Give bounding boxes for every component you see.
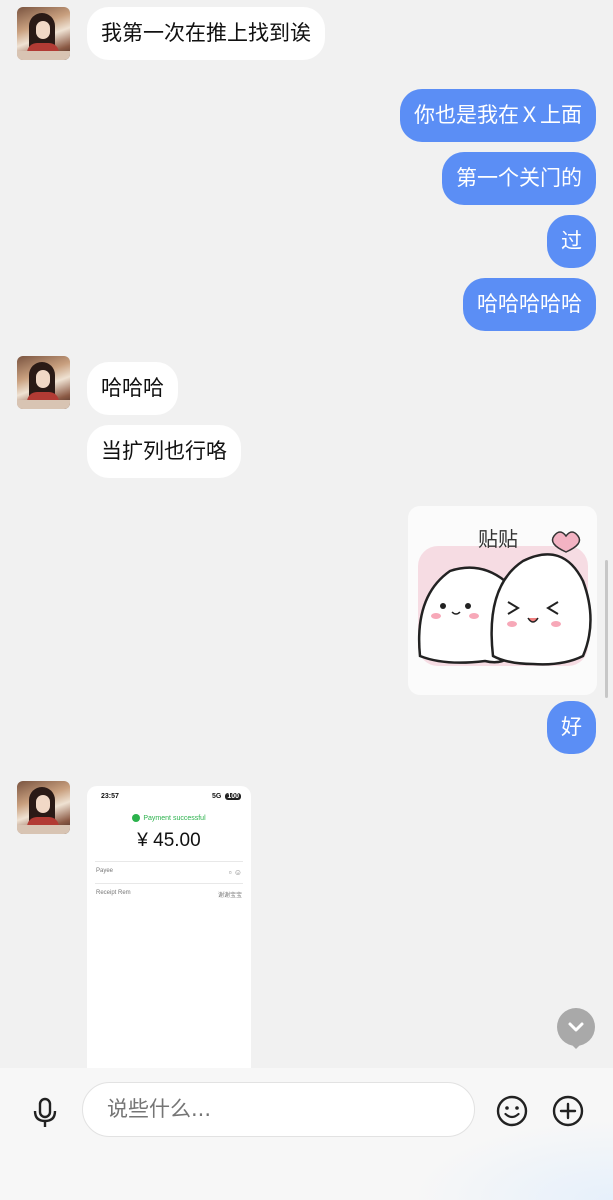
- check-icon: [132, 814, 141, 822]
- message-bubble-outgoing[interactable]: 哈哈哈哈哈: [463, 278, 596, 331]
- payment-screenshot[interactable]: 23:57 5G 100 Payment successful ¥ 45.00 …: [87, 786, 251, 1068]
- message-bubble-outgoing[interactable]: 你也是我在Ｘ上面: [400, 89, 596, 142]
- plus-icon: [552, 1095, 584, 1127]
- remark-label: Receipt Rem: [96, 890, 131, 896]
- message-bubble-incoming[interactable]: 我第一次在推上找到诶: [87, 7, 325, 60]
- divider: [95, 861, 243, 862]
- divider: [95, 883, 243, 884]
- scroll-to-bottom-button[interactable]: [557, 1008, 595, 1046]
- button-tail: [569, 1042, 583, 1049]
- remark-row: Receipt Rem 谢谢宝宝: [96, 890, 242, 899]
- sticker-text: 贴贴: [478, 527, 518, 551]
- microphone-icon: [33, 1097, 57, 1127]
- payee-label: Payee: [96, 868, 114, 874]
- input-bar: [0, 1068, 613, 1200]
- emoji-icon: [496, 1095, 528, 1127]
- network-label: 5G: [212, 793, 222, 800]
- payment-status: Payment successful: [87, 814, 251, 822]
- status-bar: 23:57 5G 100: [101, 793, 241, 800]
- battery-badge: 100: [225, 793, 241, 800]
- message-input[interactable]: [82, 1082, 475, 1137]
- emoji-button[interactable]: [495, 1094, 529, 1128]
- scrollbar[interactable]: [605, 560, 608, 698]
- message-bubble-incoming[interactable]: 哈哈哈: [87, 362, 178, 415]
- message-bubble-incoming[interactable]: 当扩列也行咯: [87, 425, 241, 478]
- payment-amount: ¥ 45.00: [137, 830, 201, 851]
- message-bubble-outgoing[interactable]: 好: [547, 701, 596, 754]
- contact-avatar[interactable]: [17, 356, 70, 409]
- voice-button[interactable]: [28, 1096, 62, 1130]
- status-time: 23:57: [101, 793, 119, 800]
- message-bubble-outgoing[interactable]: 第一个关门的: [442, 152, 596, 205]
- contact-avatar[interactable]: [17, 781, 70, 834]
- chevron-down-icon: [568, 1022, 584, 1032]
- contact-avatar[interactable]: [17, 7, 70, 60]
- chat-area[interactable]: 我第一次在推上找到诶 你也是我在Ｘ上面 第一个关门的 过 哈哈哈哈哈 哈哈哈 当…: [0, 0, 613, 1068]
- remark-value: 谢谢宝宝: [217, 893, 242, 899]
- more-button[interactable]: [551, 1094, 585, 1128]
- payee-row: Payee ▫ ☺: [96, 868, 242, 877]
- message-bubble-outgoing[interactable]: 过: [547, 215, 596, 268]
- payee-icons: ▫ ☺: [228, 868, 242, 877]
- sticker-image[interactable]: 贴贴: [408, 506, 597, 695]
